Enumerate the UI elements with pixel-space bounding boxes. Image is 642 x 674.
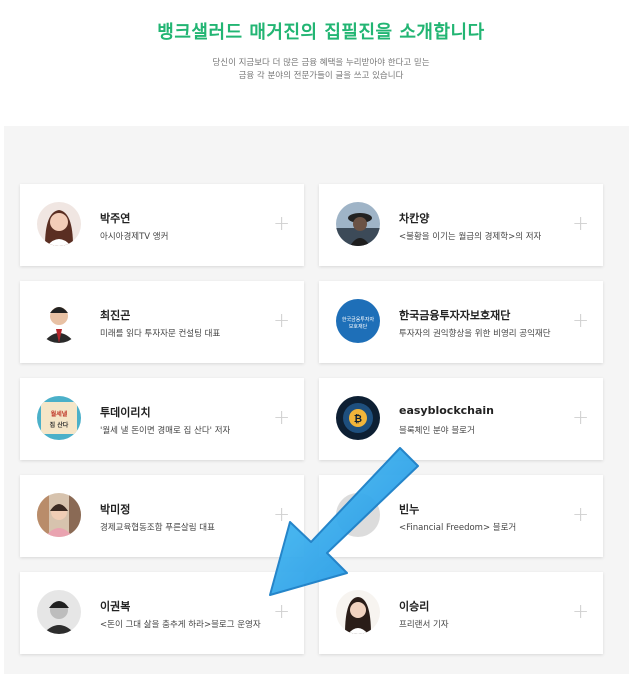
author-avatar — [37, 299, 81, 343]
author-avatar: ₿ — [336, 396, 380, 440]
author-avatar — [37, 202, 81, 246]
expand-plus-icon[interactable]: + — [273, 504, 290, 524]
author-description: <돈이 그대 삶을 춤추게 하라>블로그 운영자 — [100, 620, 261, 630]
page-title: 뱅크샐러드 매거진의 집필진을 소개합니다 — [157, 22, 485, 43]
author-avatar — [336, 202, 380, 246]
author-name: 빈누 — [399, 503, 420, 516]
author-description: 경제교육협동조합 푸른살림 대표 — [100, 523, 215, 533]
expand-plus-icon[interactable]: + — [572, 213, 589, 233]
svg-text:집 산다: 집 산다 — [50, 421, 69, 429]
expand-plus-icon[interactable]: + — [273, 213, 290, 233]
author-description: 블록체인 분야 블로거 — [399, 426, 475, 436]
author-description: 프리랜서 기자 — [399, 620, 449, 630]
author-name: 한국금융투자자보호재단 — [399, 309, 511, 322]
author-description: 투자자의 권익향상을 위한 비영리 공익재단 — [399, 329, 551, 339]
author-description: '월세 낼 돈이면 경매로 집 산다' 저자 — [100, 426, 231, 436]
author-card-park-mijeong[interactable]: 박미정 경제교육협동조합 푸른살림 대표 + — [20, 475, 304, 557]
author-card-chakanyang[interactable]: 차칸양 <불황을 이기는 월급의 경제학>의 저자 + — [319, 184, 603, 266]
author-name: 차칸양 — [399, 212, 430, 225]
expand-plus-icon[interactable]: + — [273, 407, 290, 427]
author-card-binnu[interactable]: 빈누 <Financial Freedom> 블로거 + — [319, 475, 603, 557]
svg-text:월세낼: 월세낼 — [51, 410, 68, 418]
author-card-lee-seungri[interactable]: 이승리 프리랜서 기자 + — [319, 572, 603, 654]
author-avatar — [336, 493, 380, 537]
author-avatar: 한국금융투자자 보호재단 — [336, 299, 380, 343]
author-name: 이권복 — [100, 600, 131, 613]
svg-text:보호재단: 보호재단 — [349, 323, 368, 330]
author-card-lee-gwonbok[interactable]: 이권복 <돈이 그대 삶을 춤추게 하라>블로그 운영자 + — [20, 572, 304, 654]
author-name: 박미정 — [100, 503, 131, 516]
author-grid: 박주연 아시아경제TV 앵커 + 차칸양 <불황을 이기는 월급의 경제학>의 … — [4, 126, 629, 674]
author-avatar — [336, 590, 380, 634]
author-card-choi-jingon[interactable]: 최진곤 미래를 읽다 투자자문 컨설팅 대표 + — [20, 281, 304, 363]
author-description: 미래를 읽다 투자자문 컨설팅 대표 — [100, 329, 221, 339]
author-name: 이승리 — [399, 600, 430, 613]
author-name: 박주연 — [100, 212, 131, 225]
expand-plus-icon[interactable]: + — [572, 407, 589, 427]
author-name: 투데이리치 — [100, 406, 151, 419]
author-card-park-juyeon[interactable]: 박주연 아시아경제TV 앵커 + — [20, 184, 304, 266]
author-avatar — [37, 590, 81, 634]
author-name: easyblockchain — [399, 404, 495, 417]
author-avatar — [37, 493, 81, 537]
author-description: <Financial Freedom> 블로거 — [399, 523, 517, 533]
author-card-todayrich[interactable]: 월세낼 집 산다 투데이리치 '월세 낼 돈이면 경매로 집 산다' 저자 + — [20, 378, 304, 460]
expand-plus-icon[interactable]: + — [572, 310, 589, 330]
author-description: 아시아경제TV 앵커 — [100, 232, 169, 242]
author-description: <불황을 이기는 월급의 경제학>의 저자 — [399, 232, 542, 242]
author-name: 최진곤 — [100, 309, 131, 322]
expand-plus-icon[interactable]: + — [572, 601, 589, 621]
svg-text:₿: ₿ — [354, 413, 362, 425]
author-avatar: 월세낼 집 산다 — [37, 396, 81, 440]
author-card-easyblockchain[interactable]: ₿ easyblockchain 블록체인 분야 블로거 + — [319, 378, 603, 460]
expand-plus-icon[interactable]: + — [273, 601, 290, 621]
svg-text:한국금융투자자: 한국금융투자자 — [342, 316, 375, 323]
page-subtitle-line1: 당신이 지금보다 더 많은 금융 혜택을 누리받아야 한다고 믿는 — [212, 58, 430, 68]
author-card-kifip[interactable]: 한국금융투자자 보호재단 한국금융투자자보호재단 투자자의 권익향상을 위한 비… — [319, 281, 603, 363]
expand-plus-icon[interactable]: + — [273, 310, 290, 330]
page-subtitle-line2: 금융 각 분야의 전문가들이 글을 쓰고 있습니다 — [238, 71, 404, 81]
expand-plus-icon[interactable]: + — [572, 504, 589, 524]
